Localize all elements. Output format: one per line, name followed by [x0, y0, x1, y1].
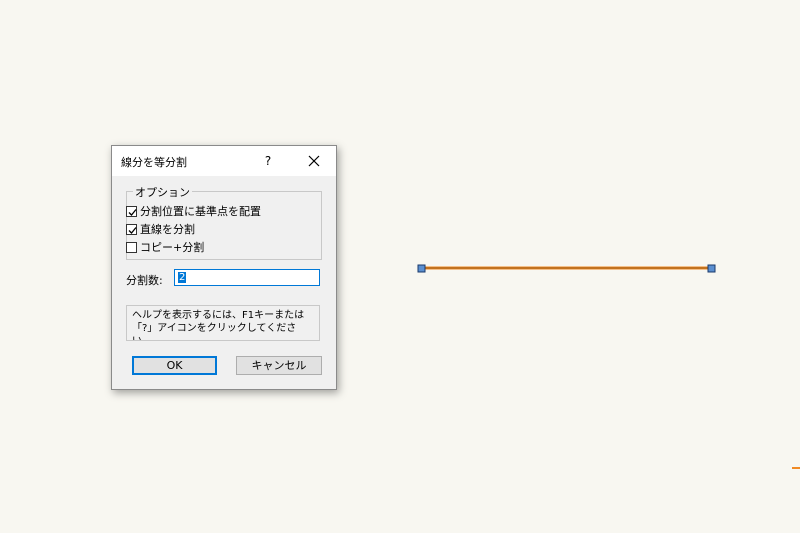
line-start-handle[interactable]: [417, 264, 426, 273]
checkbox-copy-and-split[interactable]: コピー+分割: [126, 240, 204, 254]
checkbox-box[interactable]: [126, 205, 137, 217]
checkbox-split-line[interactable]: 直線を分割: [126, 222, 195, 236]
checkbox-place-reference-points[interactable]: 分割位置に基準点を配置: [126, 204, 261, 218]
ok-button[interactable]: OK: [132, 356, 217, 375]
divisions-value: 2: [178, 272, 187, 283]
help-hint-box: ヘルプを表示するには、F1キーまたは「?」アイコンをクリックしてください。: [126, 305, 320, 341]
divisions-input[interactable]: 2: [174, 269, 320, 286]
checkbox-label: 分割位置に基準点を配置: [140, 205, 261, 218]
checkbox-box[interactable]: [126, 223, 137, 235]
divide-segment-dialog: 線分を等分割 ? オプション 分割位置に基準点を配置 直線を分割 コピー+分割 …: [111, 145, 337, 390]
dialog-titlebar[interactable]: 線分を等分割 ?: [112, 146, 336, 176]
line-end-handle[interactable]: [707, 264, 716, 273]
help-button[interactable]: ?: [259, 146, 277, 176]
dialog-title: 線分を等分割: [121, 156, 187, 169]
options-legend: オプション: [133, 184, 192, 200]
checkbox-label: 直線を分割: [140, 223, 195, 236]
close-icon: [308, 155, 320, 167]
checkmark-icon: [128, 226, 137, 234]
divisions-label: 分割数:: [126, 274, 163, 287]
cancel-button[interactable]: キャンセル: [236, 356, 322, 375]
checkbox-box[interactable]: [126, 241, 137, 253]
help-hint-text: ヘルプを表示するには、F1キーまたは「?」アイコンをクリックしてください。: [132, 310, 305, 340]
checkmark-icon: [128, 208, 137, 216]
checkbox-label: コピー+分割: [140, 241, 205, 254]
close-button[interactable]: [303, 146, 325, 176]
